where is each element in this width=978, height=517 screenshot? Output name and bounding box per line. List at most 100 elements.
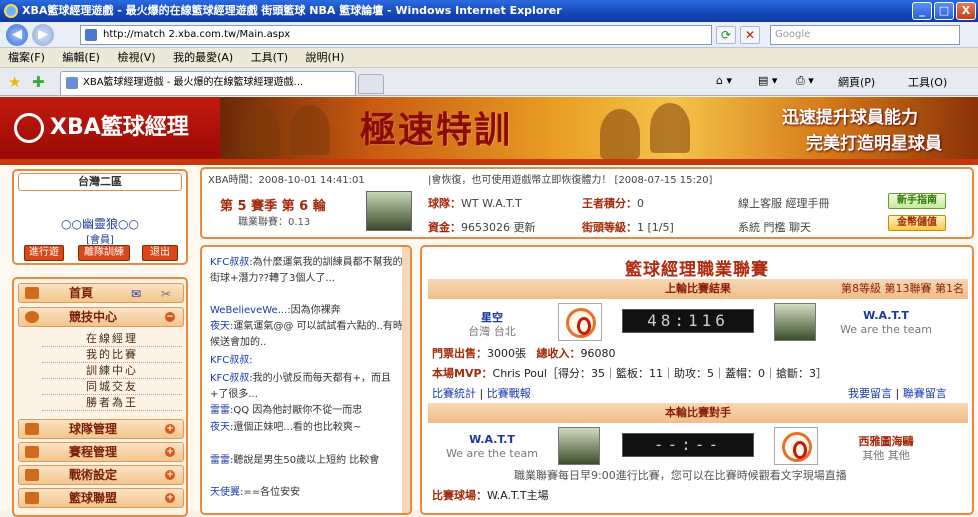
leave-training-button[interactable]: 離隊訓練 bbox=[78, 245, 130, 261]
chat-user[interactable]: 雷雷: bbox=[210, 405, 233, 416]
manager-avatar[interactable] bbox=[366, 191, 412, 231]
league-message-link[interactable]: 聯賽留言 bbox=[903, 387, 947, 400]
menu-help[interactable]: 說明(H) bbox=[306, 48, 345, 68]
member-status: [會員] bbox=[86, 235, 114, 246]
site-logo[interactable]: XBA籃球經理 bbox=[0, 97, 220, 159]
mail-icon[interactable]: ✉ bbox=[131, 285, 141, 303]
next-home-team[interactable]: W.A.T.T bbox=[442, 433, 542, 446]
income-value: 96080 bbox=[580, 347, 616, 360]
nav-sub-training[interactable]: 訓練中心 bbox=[42, 363, 182, 379]
nav-schedule[interactable]: 賽程管理 + bbox=[18, 442, 184, 462]
home-icon bbox=[25, 287, 39, 299]
menu-file[interactable]: 檔案(F) bbox=[8, 48, 45, 68]
schedule-icon bbox=[25, 446, 39, 458]
browser-tab[interactable]: XBA籃球經理遊戲 - 最火爆的在線籃球經理遊戲... bbox=[60, 71, 356, 95]
tools-menu[interactable]: 工具(O) bbox=[908, 74, 947, 90]
chat-user[interactable]: KFC叔叔: bbox=[210, 257, 253, 268]
page-menu[interactable]: 網頁(P) bbox=[838, 74, 875, 90]
newbie-guide-button[interactable]: 新手指南 bbox=[888, 193, 946, 209]
nav-schedule-label: 賽程管理 bbox=[69, 445, 118, 459]
chat-message: 夜天:運氣運氣@@ 可以試試看六點的..有時候送會加的.. bbox=[210, 319, 404, 351]
mvp-label: 本場MVP： bbox=[432, 367, 493, 380]
notice-ticker[interactable]: |會恢復，也可使用遊戲幣立即恢復體力！ [2008-07-15 15:20] bbox=[428, 171, 712, 186]
chat-user[interactable]: 夜天: bbox=[210, 422, 233, 433]
chat-user[interactable]: WeBelieveWe...: bbox=[210, 305, 291, 316]
leave-message-link[interactable]: 我要留言 bbox=[848, 387, 892, 400]
home-team-logo[interactable] bbox=[558, 303, 602, 341]
chat-user[interactable]: 雷雷: bbox=[210, 455, 233, 466]
home-icon[interactable]: ⌂ ▾ bbox=[716, 74, 732, 87]
chat-scrollbar[interactable] bbox=[402, 247, 410, 513]
team-region: 台灣二區 bbox=[18, 173, 182, 191]
system-links[interactable]: 系統 門檻 聊天 bbox=[738, 219, 811, 235]
nav-league[interactable]: 籃球聯盟 + bbox=[18, 488, 184, 508]
url-input[interactable]: http://match 2.xba.com.tw/Main.aspx bbox=[80, 25, 712, 45]
expand-icon[interactable]: + bbox=[165, 493, 175, 503]
window-titlebar: XBA籃球經理遊戲 - 最火爆的在線籃球經理遊戲 街頭籃球 NBA 籃球論壇 -… bbox=[0, 0, 978, 22]
print-icon[interactable]: ⎙ ▾ bbox=[796, 74, 814, 88]
ie-logo-icon bbox=[4, 4, 18, 18]
chat-message: KFC叔叔:我的小號反而每天都有+，而且+了很多... bbox=[210, 371, 404, 403]
gold-topup-button[interactable]: 金幣儲值 bbox=[888, 215, 946, 231]
away-team-name[interactable]: W.A.T.T bbox=[826, 309, 946, 322]
funds-value[interactable]: 9653026 更新 bbox=[461, 221, 536, 234]
tools-icon[interactable]: ✂ bbox=[161, 285, 171, 303]
nav-competition-label: 競技中心 bbox=[69, 310, 118, 324]
chat-user[interactable]: KFC叔叔: bbox=[210, 373, 253, 384]
report-link[interactable]: 比賽戰報 bbox=[487, 387, 531, 400]
back-button[interactable]: ◀ bbox=[6, 24, 28, 46]
venue-row: 比賽球場：W.A.T.T主場 bbox=[432, 487, 549, 503]
forward-button[interactable]: ▶ bbox=[32, 24, 54, 46]
chat-user[interactable]: 夜天: bbox=[210, 321, 233, 332]
next-away-logo[interactable] bbox=[774, 427, 818, 465]
king-points-label: 王者積分： bbox=[582, 197, 637, 210]
nav-tactics[interactable]: 戰術設定 + bbox=[18, 465, 184, 485]
banner-line1: 迅速提升球員能力 bbox=[782, 108, 918, 128]
new-tab-button[interactable] bbox=[358, 74, 384, 94]
game-time: XBA時間：2008-10-01 14:41:01 bbox=[208, 175, 365, 186]
chat-text: 聽說是男生50歲以上短約 比較會 bbox=[233, 455, 380, 466]
away-player-avatar[interactable] bbox=[774, 303, 816, 341]
nav-sub-my-games[interactable]: 我的比賽 bbox=[42, 347, 182, 363]
add-favorite-icon[interactable]: ✚ bbox=[32, 73, 45, 91]
nav-team-management[interactable]: 球隊管理 + bbox=[18, 419, 184, 439]
menu-tools[interactable]: 工具(T) bbox=[251, 48, 288, 68]
refresh-icon[interactable]: ⟳ bbox=[716, 26, 736, 44]
player-silhouette-icon bbox=[240, 107, 280, 157]
play-button[interactable]: 進行遊 bbox=[24, 245, 64, 261]
menu-favorites[interactable]: 我的最愛(A) bbox=[173, 48, 233, 68]
chat-user[interactable]: 天使翼: bbox=[210, 487, 243, 498]
nav-sub-online-manager[interactable]: 在線經理 bbox=[42, 331, 182, 347]
nav-league-label: 籃球聯盟 bbox=[69, 491, 118, 505]
search-input[interactable]: Google bbox=[770, 25, 960, 45]
expand-icon[interactable]: + bbox=[165, 424, 175, 434]
expand-icon[interactable]: + bbox=[165, 447, 175, 457]
logo-text: XBA籃球經理 bbox=[50, 115, 189, 140]
promo-banner[interactable]: 極速特訓 迅速提升球員能力 完美打造明星球員 bbox=[220, 97, 978, 159]
menu-edit[interactable]: 編輯(E) bbox=[62, 48, 100, 68]
nav-sub-winner[interactable]: 勝者為王 bbox=[42, 395, 182, 411]
venue-label: 比賽球場： bbox=[432, 489, 487, 502]
collapse-icon[interactable]: − bbox=[165, 312, 175, 322]
minimize-button[interactable]: _ bbox=[912, 2, 932, 20]
nav-competition[interactable]: 競技中心 − bbox=[18, 307, 184, 327]
street-level: 街頭等級：1 [1/5] bbox=[582, 219, 674, 235]
chat-user[interactable]: KFC叔叔: bbox=[210, 355, 253, 366]
maximize-button[interactable]: □ bbox=[934, 2, 954, 20]
feeds-icon[interactable]: ▤ ▾ bbox=[758, 74, 777, 87]
menu-view[interactable]: 檢視(V) bbox=[117, 48, 155, 68]
basketball-icon bbox=[25, 311, 39, 323]
team-name[interactable]: ○○幽靈狼○○ bbox=[14, 215, 186, 232]
nav-sub-friends[interactable]: 同城交友 bbox=[42, 379, 182, 395]
stats-link[interactable]: 比賽統計 bbox=[432, 387, 476, 400]
next-home-player-avatar[interactable] bbox=[558, 427, 600, 465]
nav-home[interactable]: 首頁 ✉ ✂ bbox=[18, 283, 184, 303]
away-team-city: We are the team bbox=[840, 323, 932, 336]
logout-button[interactable]: 退出 bbox=[142, 245, 178, 261]
expand-icon[interactable]: + bbox=[165, 470, 175, 480]
online-service-links[interactable]: 線上客服 經理手冊 bbox=[738, 195, 830, 211]
stop-icon[interactable]: ✕ bbox=[740, 26, 760, 44]
favorites-star-icon[interactable]: ★ bbox=[8, 73, 21, 91]
league-icon bbox=[25, 492, 39, 504]
close-button[interactable]: X bbox=[956, 2, 976, 20]
